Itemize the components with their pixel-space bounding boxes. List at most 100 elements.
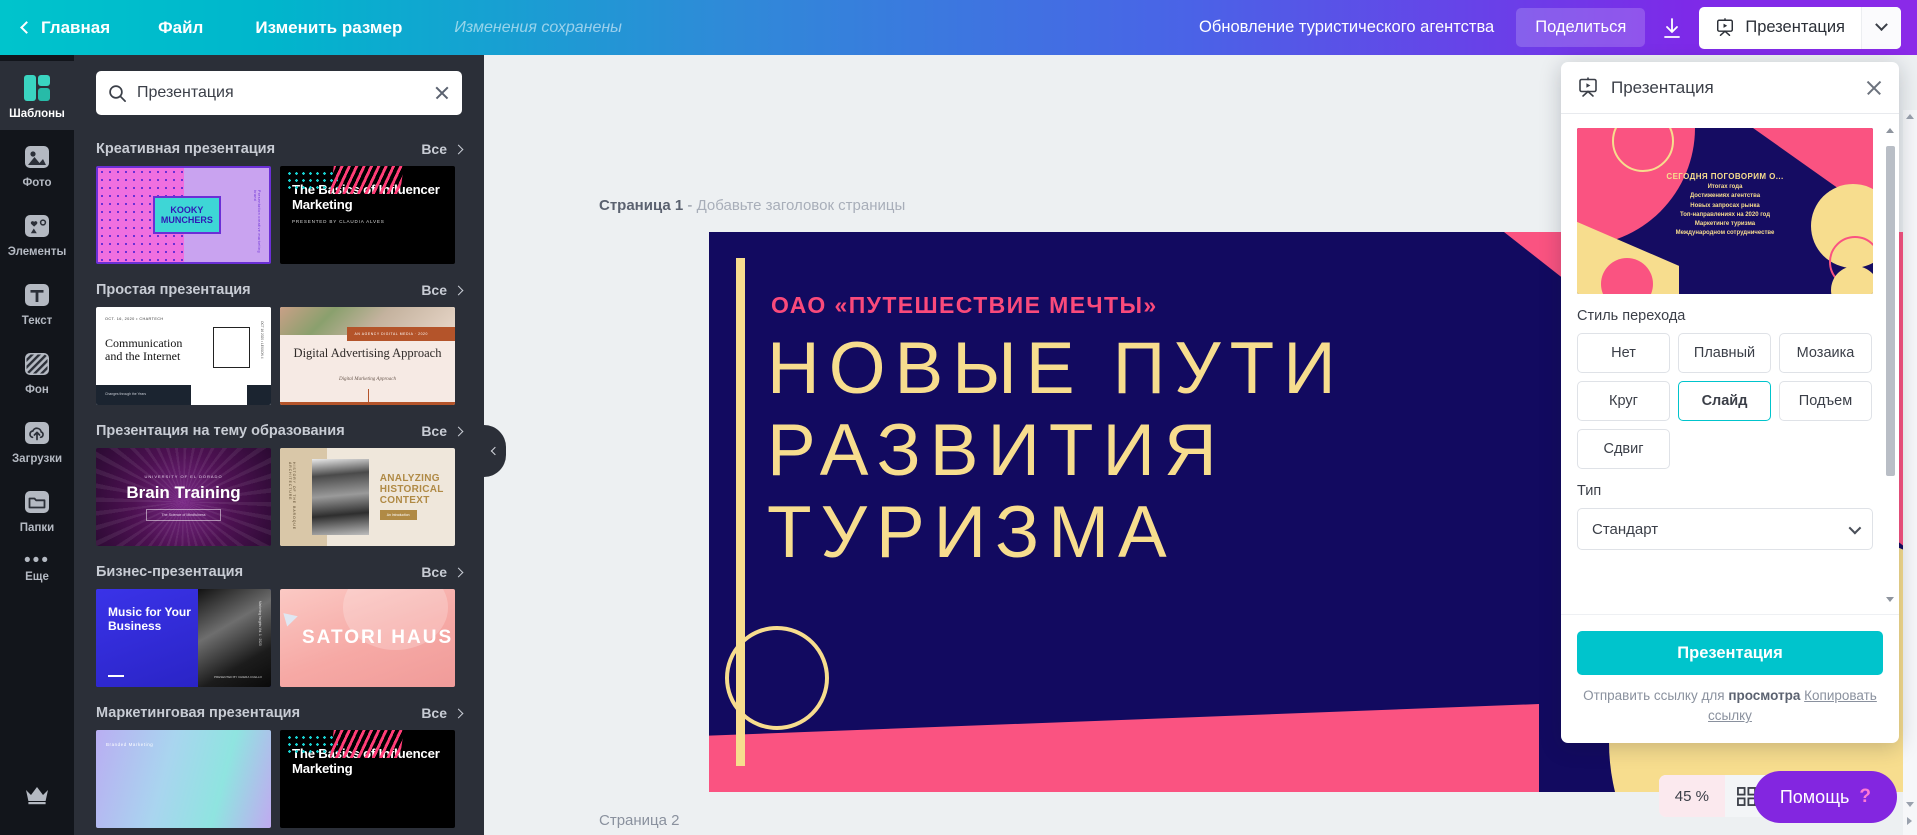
page-label-separator: -	[683, 197, 696, 214]
category-simple: Простая презентация Все OCT. 16, 2020 • …	[74, 264, 484, 405]
thumb-right: OCT 16 2020 • LESSON 4	[191, 307, 272, 405]
start-presentation-button[interactable]: Презентация	[1577, 631, 1883, 675]
category-title: Презентация на тему образования	[96, 423, 345, 439]
top-bar: Главная Файл Изменить размер Изменения с…	[0, 0, 1917, 55]
transition-option-shift[interactable]: Сдвиг	[1577, 429, 1670, 469]
template-thumbnail[interactable]: The Basics of Influencer Marketing	[280, 730, 455, 828]
preview-line: Итогах года	[1577, 184, 1873, 190]
thumb-right: Marketing Insights Vol. 1 · 2020 PRESENT…	[198, 589, 272, 687]
pro-crown-icon[interactable]	[24, 784, 50, 811]
chevron-right-icon	[454, 144, 464, 154]
category-header: Бизнес-презентация Все	[96, 556, 462, 589]
transition-option-slide[interactable]: Слайд	[1678, 381, 1771, 421]
template-thumbnail[interactable]: SATORI HAUS	[280, 589, 455, 687]
scroll-up-arrow-icon[interactable]	[1906, 114, 1914, 119]
chevron-left-icon	[20, 21, 33, 34]
canvas-scrollbar[interactable]	[1903, 110, 1917, 835]
top-bar-right: Обновление туристического агентства Поде…	[1199, 7, 1917, 49]
page-2-label[interactable]: Страница 2	[599, 812, 680, 829]
slide-title-text[interactable]: НОВЫЕ ПУТИ РАЗВИТИЯ ТУРИЗМА	[767, 328, 1345, 573]
page-1-label[interactable]: Страница 1 - Добавьте заголовок страницы	[599, 197, 905, 214]
thumb-shape	[108, 675, 124, 677]
share-button[interactable]: Поделиться	[1516, 8, 1645, 47]
transition-option-rise[interactable]: Подъем	[1779, 381, 1872, 421]
share-note-bold: просмотра	[1728, 688, 1800, 703]
category-header: Креативная презентация Все	[96, 133, 462, 166]
template-thumbnail[interactable]: Music for Your Business Marketing Insigh…	[96, 589, 271, 687]
top-menu: Файл Изменить размер	[158, 18, 402, 38]
thumb-side-text: Presentation creative marketing brand	[253, 190, 261, 262]
scroll-down-arrow-icon[interactable]	[1886, 597, 1894, 602]
scrollbar-thumb[interactable]	[1886, 146, 1895, 476]
type-label: Тип	[1577, 483, 1883, 499]
thumb-side-text: Marketing Insights Vol. 1 · 2020	[258, 601, 262, 646]
sidebar-item-elements[interactable]: Элементы	[0, 199, 74, 268]
transition-option-mosaic[interactable]: Мозаика	[1779, 333, 1872, 373]
slide-preview[interactable]: СЕГОДНЯ ПОГОВОРИМ О... Итогах года Дости…	[1577, 128, 1873, 294]
thumb-shape	[247, 385, 271, 405]
present-button[interactable]: Презентация	[1699, 7, 1861, 49]
template-thumbnail[interactable]: UNIVERSITY OF EL DORADO Brain Training T…	[96, 448, 271, 546]
see-all-link[interactable]: Все	[421, 705, 462, 721]
home-button[interactable]: Главная	[22, 18, 110, 38]
scroll-down-arrow-icon[interactable]	[1906, 802, 1914, 807]
menu-resize[interactable]: Изменить размер	[255, 18, 402, 38]
search-wrapper	[74, 55, 484, 123]
help-label: Помощь	[1780, 787, 1850, 808]
template-thumbnail[interactable]: HISTORY OF THE BAROQUE ARCHITECTURE ANAL…	[280, 448, 455, 546]
scroll-right-arrow-icon[interactable]	[1907, 817, 1912, 825]
thumb-subtitle: Digital Marketing Approach	[280, 377, 455, 382]
template-thumbnail[interactable]: AN AGENCY DIGITAL MEDIA · 2020 Digital A…	[280, 307, 455, 405]
see-all-link[interactable]: Все	[421, 141, 462, 157]
see-all-link[interactable]: Все	[421, 282, 462, 298]
template-thumbnail[interactable]: Presentation creative marketing brand KO…	[96, 166, 271, 264]
present-dropdown-button[interactable]	[1861, 7, 1901, 49]
present-panel-scrollbar[interactable]	[1885, 124, 1896, 604]
sidebar-item-more[interactable]: ••• Еще	[0, 544, 74, 593]
close-icon[interactable]	[1865, 79, 1883, 97]
sidebar-item-templates[interactable]: Шаблоны	[0, 61, 74, 130]
category-business: Бизнес-презентация Все Music for Your Bu…	[74, 546, 484, 687]
sidebar-item-photo[interactable]: Фото	[0, 130, 74, 199]
search-input[interactable]	[137, 84, 424, 102]
thumb-title: Branded Marketing	[106, 742, 153, 747]
sidebar-label-uploads: Загрузки	[12, 453, 62, 465]
search-box[interactable]	[96, 71, 462, 115]
see-all-label: Все	[421, 282, 447, 298]
sidebar-item-uploads[interactable]: Загрузки	[0, 406, 74, 475]
text-icon	[22, 280, 52, 310]
present-panel-title: Презентация	[1611, 78, 1714, 98]
share-view-note: Отправить ссылку для просмотра Копироват…	[1577, 686, 1883, 727]
slide-eyebrow-text[interactable]: ОАО «ПУТЕШЕСТВИЕ МЕЧТЫ»	[771, 292, 1158, 319]
presentation-screen-icon	[1577, 77, 1599, 99]
templates-scroll-area[interactable]: Креативная презентация Все Presentation …	[74, 123, 484, 835]
template-thumbnail[interactable]: OCT. 16, 2020 • CHARTECH Communication a…	[96, 307, 271, 405]
sidebar-item-folders[interactable]: Папки	[0, 475, 74, 544]
present-panel-footer: Презентация Отправить ссылку для просмот…	[1561, 614, 1899, 743]
document-title[interactable]: Обновление туристического агентства	[1199, 18, 1494, 37]
template-thumbnail[interactable]: Branded Marketing	[96, 730, 271, 828]
thumb-credit: PRESENTED BY CHIERA CUELLO	[214, 675, 262, 679]
thumb-bar-text: AN AGENCY DIGITAL MEDIA · 2020	[347, 327, 456, 341]
transition-option-none[interactable]: Нет	[1577, 333, 1670, 373]
scroll-up-arrow-icon[interactable]	[1886, 128, 1894, 133]
transition-option-circle[interactable]: Круг	[1577, 381, 1670, 421]
see-all-link[interactable]: Все	[421, 564, 462, 580]
sidebar-item-background[interactable]: Фон	[0, 337, 74, 406]
slide-shape-pink-bottom	[709, 704, 1539, 792]
type-select[interactable]: Стандарт	[1577, 508, 1873, 550]
sidebar-item-text[interactable]: Текст	[0, 268, 74, 337]
thumb-shape	[213, 327, 250, 368]
download-icon[interactable]	[1649, 7, 1695, 49]
clear-search-icon[interactable]	[434, 85, 450, 101]
folders-icon	[22, 487, 52, 517]
thumb-subtitle: The Science of Mindfulness	[146, 509, 220, 521]
menu-file[interactable]: Файл	[158, 18, 203, 38]
thumb-title: Brain Training	[126, 483, 240, 503]
transition-option-dissolve[interactable]: Плавный	[1678, 333, 1771, 373]
template-thumbnail[interactable]: The Basics of Influencer Marketing PRESE…	[280, 166, 455, 264]
see-all-link[interactable]: Все	[421, 423, 462, 439]
present-panel-header: Презентация	[1561, 62, 1899, 114]
zoom-level[interactable]: 45 %	[1659, 775, 1725, 817]
help-button[interactable]: Помощь ?	[1754, 771, 1897, 823]
